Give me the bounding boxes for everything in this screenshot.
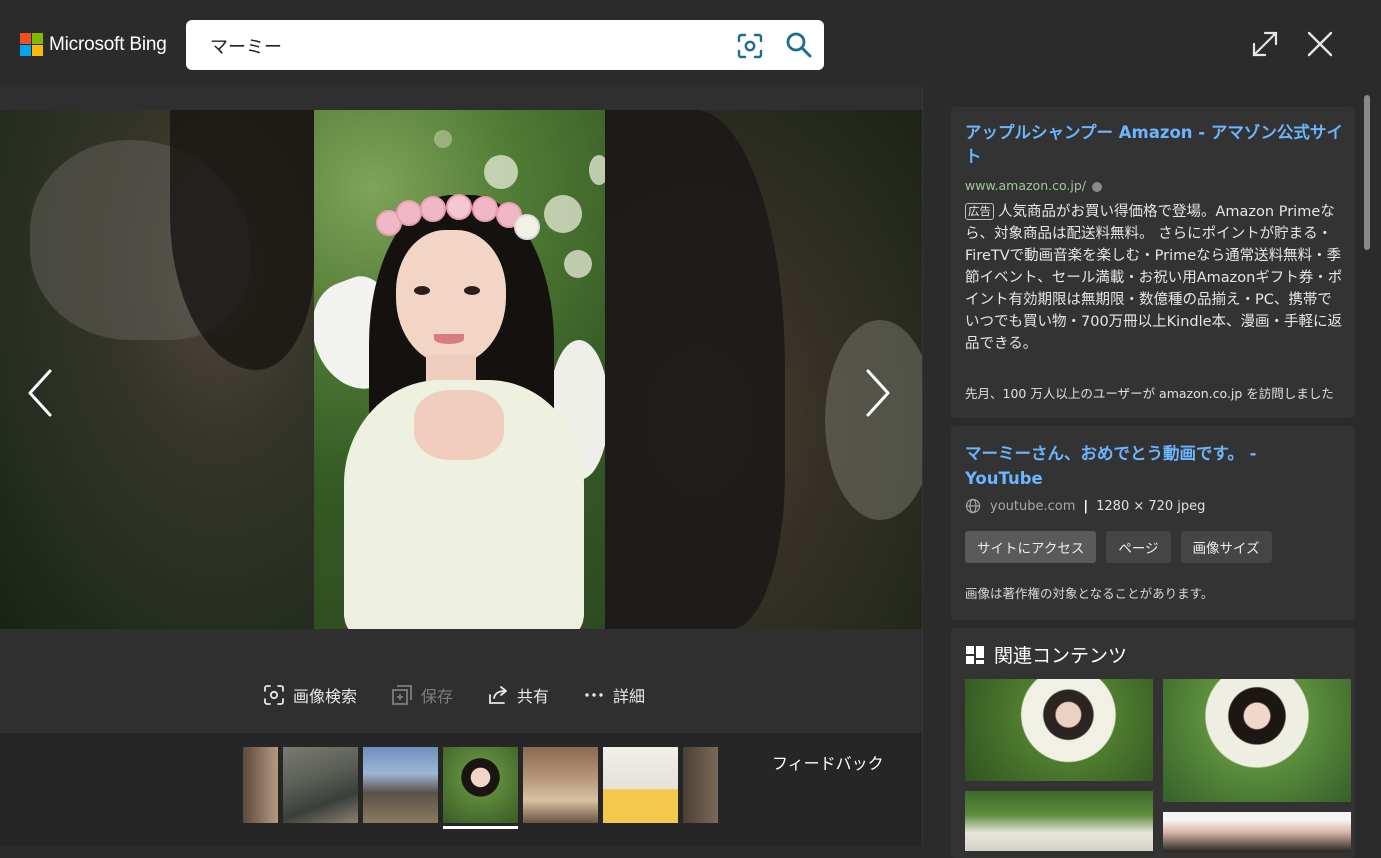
save-icon [392,685,412,705]
search-input[interactable]: マーミー [186,20,824,70]
share-label: 共有 [517,687,550,706]
visit-site-button[interactable]: サイトにアクセス [965,531,1097,563]
image-dimensions: 1280 × 720 jpeg [1096,498,1206,514]
thumbnail[interactable] [603,747,678,823]
share-icon [489,686,507,704]
related-heading: 関連コンテンツ [965,641,1127,668]
source-meta: youtube.com | 1280 × 720 jpeg [965,498,1205,514]
visual-search-button[interactable]: 画像検索 [263,683,357,707]
ad-body-text: 人気商品がお買い得価格で登場。Amazon Primeなら、対象商品は配送料無料… [965,204,1343,352]
thumbnail-selected[interactable] [443,747,518,823]
visual-search-icon [264,685,284,705]
share-button[interactable]: 共有 [487,683,549,707]
brand-name: Microsoft Bing [49,33,167,55]
more-icon [585,693,603,697]
thumbnail[interactable] [363,747,438,823]
header: Microsoft Bing マーミー [0,0,1381,87]
image-size-button[interactable]: 画像サイズ [1180,531,1272,563]
source-buttons: サイトにアクセス ページ 画像サイズ [965,531,1282,563]
ad-badge: 広告 [965,203,994,220]
thumbnail-strip: フィードバック [0,733,922,846]
ad-url-text: www.amazon.co.jp/ [965,178,1086,193]
save-label: 保存 [421,687,454,706]
previous-image-icon[interactable] [22,365,58,421]
next-image-icon[interactable] [860,365,896,421]
main-image[interactable] [314,110,605,629]
thumbnail[interactable] [523,747,598,823]
related-content-icon [966,645,984,664]
globe-icon [965,498,981,514]
thumbnail[interactable] [243,747,278,823]
info-icon[interactable] [1092,181,1102,192]
image-viewer: 画像検索 保存 共有 詳細 フィードバック [0,87,922,846]
source-domain[interactable]: youtube.com [990,499,1075,514]
related-image[interactable] [1163,812,1351,852]
page-button[interactable]: ページ [1106,531,1171,563]
search-query[interactable]: マーミー [210,33,282,59]
feedback-link[interactable]: フィードバック [772,750,884,774]
ad-description: 広告 人気商品がお買い得価格で登場。Amazon Primeなら、対象商品は配送料… [965,201,1343,355]
panel-scrollbar[interactable] [1364,95,1370,250]
meta-separator: | [1083,498,1089,514]
visual-search-icon[interactable] [736,32,764,60]
details-panel: アップルシャンプー Amazon - アマゾン公式サイト www.amazon.… [922,87,1381,858]
expand-icon[interactable] [1250,29,1280,59]
ad-url[interactable]: www.amazon.co.jp/ [965,178,1102,193]
image-stage [0,110,922,629]
thumbnail[interactable] [683,747,718,823]
related-image[interactable] [1163,679,1351,802]
save-button[interactable]: 保存 [391,683,453,707]
related-content-card: 関連コンテンツ [951,628,1355,858]
more-button[interactable]: 詳細 [583,683,645,707]
source-title-link[interactable]: マーミーさん、おめでとう動画です。 - YouTube [965,441,1325,491]
ad-card: アップルシャンプー Amazon - アマゾン公式サイト www.amazon.… [951,107,1355,418]
thumbnail[interactable] [283,747,358,823]
related-image[interactable] [965,679,1153,781]
source-card: マーミーさん、おめでとう動画です。 - YouTube youtube.com … [951,426,1355,620]
microsoft-logo-icon [20,33,43,56]
image-action-bar: 画像検索 保存 共有 詳細 [263,683,679,707]
search-icon[interactable] [784,30,814,60]
ad-title-link[interactable]: アップルシャンプー Amazon - アマゾン公式サイト [965,121,1343,169]
visual-search-label: 画像検索 [293,687,358,706]
close-icon[interactable] [1305,29,1335,59]
ad-visitor-note: 先月、100 万人以上のユーザーが amazon.co.jp を訪問しました [965,386,1334,401]
more-label: 詳細 [613,687,646,706]
related-heading-text: 関連コンテンツ [994,645,1128,667]
bing-logo[interactable]: Microsoft Bing [20,33,167,56]
related-image[interactable] [965,791,1153,851]
selected-thumbnail-indicator [443,826,518,829]
copyright-notice: 画像は著作権の対象となることがあります。 [965,586,1214,601]
